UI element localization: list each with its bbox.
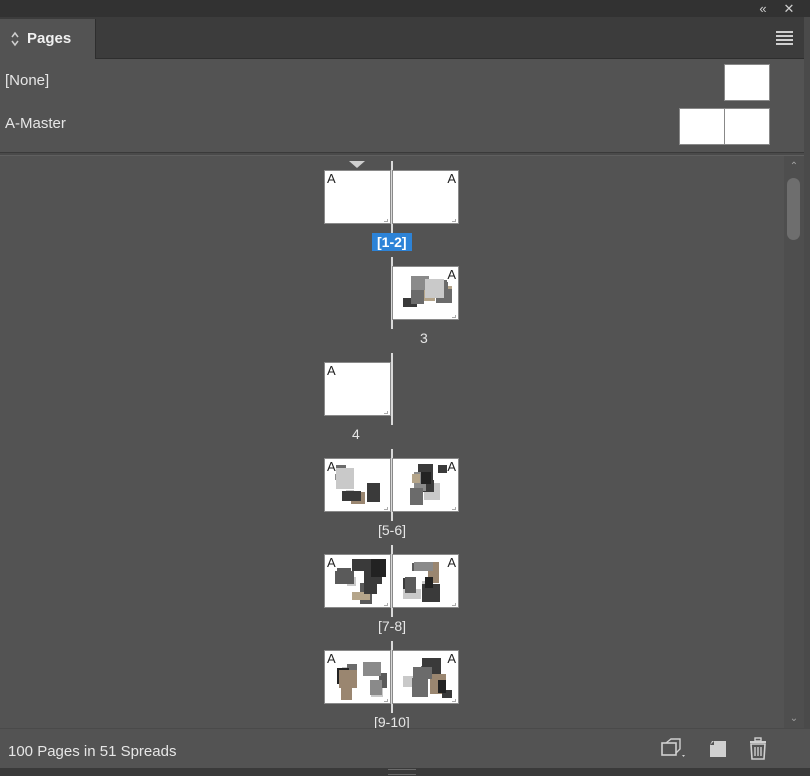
page-thumbnail[interactable]: A — [324, 170, 391, 224]
page-size-dropdown-icon[interactable] — [660, 737, 690, 761]
master-prefix: A — [327, 459, 336, 474]
master-item-a-master[interactable]: A-Master — [0, 104, 780, 145]
scroll-up-icon[interactable]: ⌃ — [787, 160, 801, 174]
page-corner-mark — [384, 603, 388, 606]
spread-spine — [391, 353, 393, 425]
tab-label: Pages — [27, 30, 72, 47]
page-image-preview — [342, 491, 361, 501]
status-bar: 100 Pages in 51 Spreads — [0, 728, 810, 768]
vertical-scrollbar[interactable]: ⌃ ⌄ — [784, 156, 804, 728]
page-image-preview — [421, 472, 431, 484]
page-image-preview — [425, 577, 433, 588]
page-corner-mark — [452, 507, 456, 510]
spread-label[interactable]: 3 — [420, 330, 428, 346]
resize-bar[interactable] — [0, 768, 810, 776]
panel-title-bar: « ✕ — [0, 0, 810, 17]
page-image-preview — [411, 290, 424, 304]
master-prefix: A — [327, 363, 336, 378]
page-image-preview — [412, 678, 428, 697]
page-image-preview — [367, 483, 380, 502]
master-thumbnail-left[interactable] — [679, 108, 725, 145]
page-thumbnail[interactable]: A — [324, 362, 391, 416]
page-image-preview — [410, 488, 423, 505]
page-spread[interactable]: AA — [0, 161, 784, 266]
master-prefix: A — [447, 267, 456, 282]
page-image-preview — [341, 688, 352, 700]
page-spread[interactable]: A — [0, 353, 784, 458]
master-item-none[interactable]: [None] — [0, 61, 780, 101]
page-thumbnail[interactable]: A — [324, 650, 391, 704]
trash-icon[interactable] — [746, 737, 770, 761]
page-thumbnail[interactable]: A — [392, 650, 459, 704]
spread-label[interactable]: [5-6] — [378, 522, 406, 538]
panel-tab-row: Pages — [0, 17, 810, 59]
page-thumbnail[interactable]: A — [392, 170, 459, 224]
pages-area: A A [1-2] A 3 A 4 A A [5-6] A A [7-8] A A [9-10] — [0, 156, 784, 728]
tab-pages[interactable]: Pages — [0, 19, 96, 59]
spread-label[interactable]: [1-2] — [372, 233, 412, 251]
page-thumbnail[interactable]: A — [324, 554, 391, 608]
spread-label[interactable]: 4 — [352, 426, 360, 442]
page-image-preview — [414, 562, 433, 571]
page-image-preview — [339, 670, 357, 688]
masters-section: [None] A-Master — [0, 59, 810, 153]
page-thumbnail[interactable]: A — [392, 458, 459, 512]
new-page-icon[interactable] — [706, 737, 730, 761]
page-thumbnail[interactable]: A — [324, 458, 391, 512]
page-image-preview — [371, 559, 386, 577]
page-thumbnail[interactable]: A — [392, 266, 459, 320]
hamburger-menu-icon[interactable] — [776, 31, 793, 45]
close-icon[interactable]: ✕ — [780, 0, 798, 17]
page-corner-mark — [452, 219, 456, 222]
page-corner-mark — [452, 315, 456, 318]
spread-label[interactable]: [9-10] — [374, 714, 410, 728]
page-thumbnail[interactable]: A — [392, 554, 459, 608]
page-image-preview — [438, 680, 446, 693]
page-corner-mark — [384, 699, 388, 702]
up-down-arrows-icon — [11, 31, 19, 47]
master-prefix: A — [447, 459, 456, 474]
page-corner-mark — [384, 219, 388, 222]
page-image-preview — [336, 468, 354, 489]
resize-grip[interactable] — [388, 769, 416, 775]
master-prefix: A — [327, 651, 336, 666]
master-thumbnail[interactable] — [724, 64, 770, 101]
page-spread[interactable]: AA — [0, 545, 784, 650]
page-corner-mark — [384, 411, 388, 414]
master-thumbnail-right[interactable] — [724, 108, 770, 145]
page-image-preview — [337, 568, 351, 582]
page-corner-mark — [452, 603, 456, 606]
pages-summary: 100 Pages in 51 Spreads — [8, 743, 177, 760]
page-image-preview — [364, 580, 377, 594]
master-prefix: A — [447, 651, 456, 666]
master-prefix: A — [447, 555, 456, 570]
scroll-thumb[interactable] — [787, 178, 800, 240]
page-image-preview — [405, 577, 416, 593]
scroll-down-icon[interactable]: ⌄ — [787, 712, 801, 726]
spread-label[interactable]: [7-8] — [378, 618, 406, 634]
window-edge — [804, 17, 810, 776]
page-image-preview — [425, 279, 444, 298]
page-spread[interactable]: AA — [0, 449, 784, 554]
master-name: A-Master — [5, 115, 66, 132]
insertion-caret-icon — [349, 161, 365, 168]
master-prefix: A — [447, 171, 456, 186]
page-image-preview — [412, 474, 420, 483]
master-prefix: A — [327, 555, 336, 570]
page-image-preview — [370, 680, 382, 695]
double-chevron-left-icon[interactable]: « — [754, 0, 772, 17]
page-corner-mark — [452, 699, 456, 702]
master-prefix: A — [327, 171, 336, 186]
page-image-preview — [363, 662, 381, 676]
master-name: [None] — [5, 72, 50, 89]
page-spread[interactable]: A — [0, 257, 784, 362]
page-image-preview — [352, 559, 371, 571]
page-corner-mark — [384, 507, 388, 510]
